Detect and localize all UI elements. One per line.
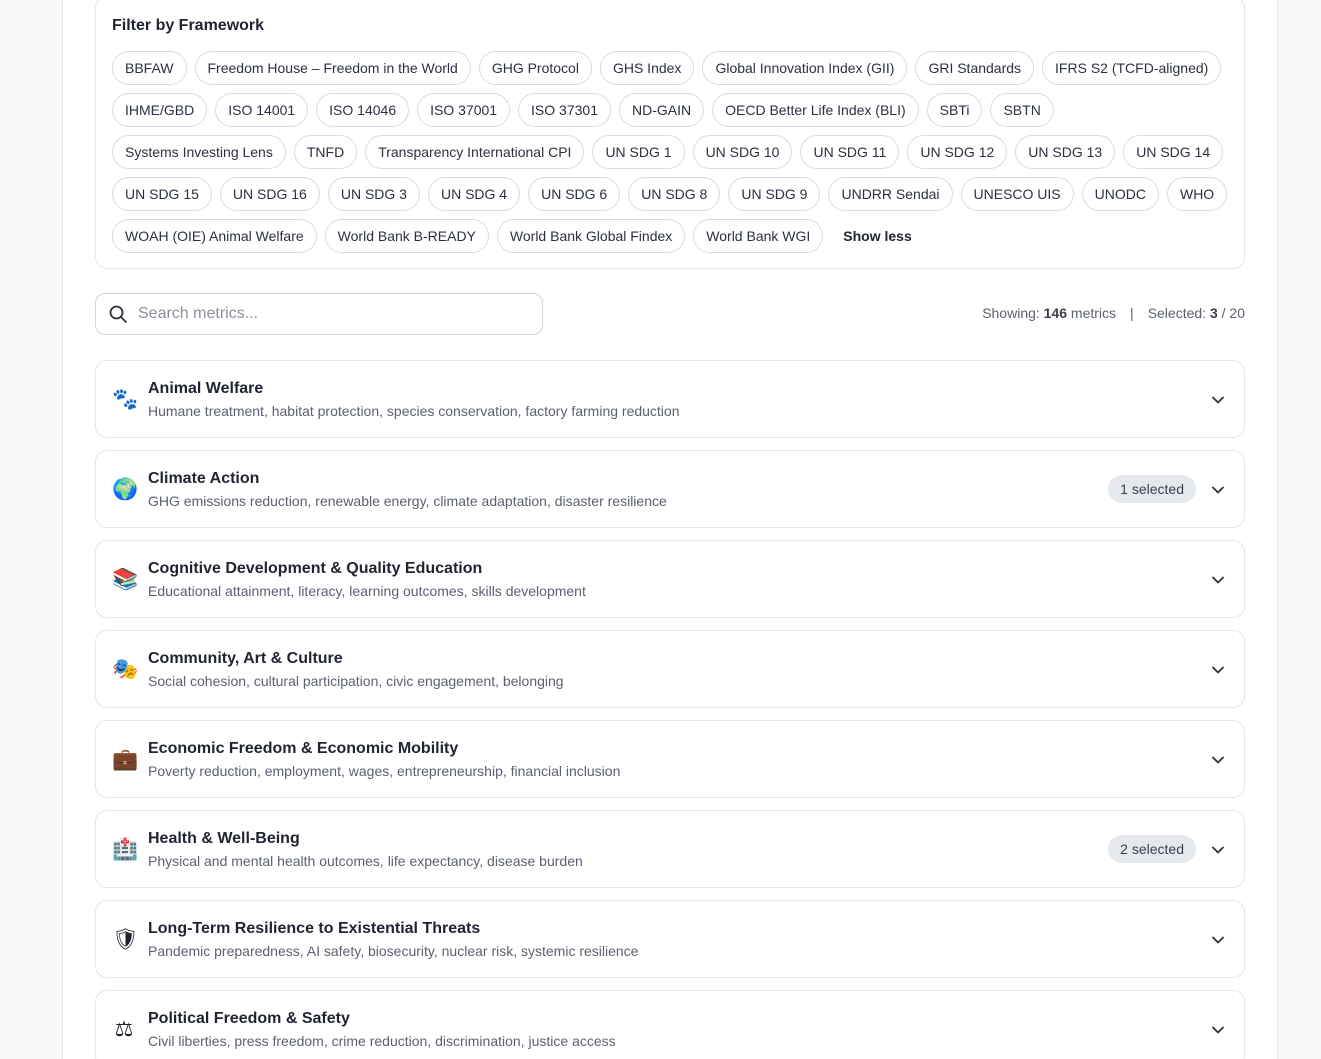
framework-chip[interactable]: UN SDG 8 bbox=[628, 177, 721, 211]
framework-chip[interactable]: UN SDG 3 bbox=[327, 177, 420, 211]
category-title: Cognitive Development & Quality Educatio… bbox=[148, 560, 483, 577]
briefcase-icon: 💼 bbox=[112, 747, 139, 771]
framework-chip[interactable]: WOAH (OIE) Animal Welfare bbox=[112, 219, 317, 253]
framework-chip[interactable]: GHS Index bbox=[599, 51, 695, 85]
framework-chip[interactable]: UN SDG 16 bbox=[219, 177, 320, 211]
framework-chip[interactable]: IHME/GBD bbox=[112, 93, 208, 127]
category-title: Climate Action bbox=[148, 470, 260, 487]
scales-icon: ⚖ bbox=[114, 1017, 134, 1041]
framework-chip[interactable]: ISO 37301 bbox=[518, 93, 611, 127]
framework-chip[interactable]: ND-GAIN bbox=[618, 93, 705, 127]
framework-chip[interactable]: UNODC bbox=[1081, 177, 1159, 211]
selected-count-badge: 2 selected bbox=[1108, 835, 1196, 863]
category-title: Economic Freedom & Economic Mobility bbox=[148, 740, 459, 757]
selected-count: 3 bbox=[1209, 305, 1218, 321]
books-icon: 📚 bbox=[112, 567, 139, 591]
framework-chip[interactable]: World Bank WGI bbox=[693, 219, 824, 253]
metrics-stats: Showing: 146 metrics | Selected: 3 / 20 bbox=[982, 305, 1245, 321]
category-card[interactable]: 🛡 Long-Term Resilience to Existential Thr… bbox=[95, 900, 1245, 978]
chevron-down-icon[interactable] bbox=[1210, 392, 1226, 408]
category-card[interactable]: 📚 Cognitive Development & Quality Educati… bbox=[95, 540, 1245, 618]
category-description: Poverty reduction, employment, wages, en… bbox=[148, 763, 621, 779]
category-description: Pandemic preparedness, AI safety, biosec… bbox=[148, 943, 639, 959]
framework-chip[interactable]: UN SDG 12 bbox=[907, 135, 1008, 169]
framework-chip[interactable]: Freedom House – Freedom in the World bbox=[194, 51, 471, 85]
framework-chip[interactable]: Global Innovation Index (GII) bbox=[702, 51, 908, 85]
category-description: Social cohesion, cultural participation,… bbox=[148, 673, 564, 689]
framework-chip[interactable]: UN SDG 13 bbox=[1015, 135, 1116, 169]
framework-chip[interactable]: World Bank B-READY bbox=[324, 219, 489, 253]
category-title: Community, Art & Culture bbox=[148, 650, 343, 667]
theater-masks-icon: 🎭 bbox=[112, 657, 139, 681]
framework-chip[interactable]: World Bank Global Findex bbox=[496, 219, 686, 253]
category-description: Humane treatment, habitat protection, sp… bbox=[148, 403, 680, 419]
chevron-down-icon[interactable] bbox=[1210, 932, 1226, 948]
category-card[interactable]: 💼 Economic Freedom & Economic Mobility Pov… bbox=[95, 720, 1245, 798]
category-title: Long-Term Resilience to Existential Thre… bbox=[148, 920, 481, 937]
framework-chip[interactable]: UN SDG 6 bbox=[528, 177, 621, 211]
selected-total: / 20 bbox=[1221, 305, 1245, 321]
framework-chip[interactable]: TNFD bbox=[293, 135, 358, 169]
search-icon bbox=[109, 305, 127, 323]
category-description: Educational attainment, literacy, learni… bbox=[148, 583, 586, 599]
framework-chip[interactable]: BBFAW bbox=[112, 51, 187, 85]
showing-label: Showing: bbox=[982, 305, 1040, 321]
framework-chip[interactable]: UN SDG 1 bbox=[592, 135, 685, 169]
category-description: GHG emissions reduction, renewable energ… bbox=[148, 493, 667, 509]
framework-chip[interactable]: SBTN bbox=[990, 93, 1054, 127]
framework-chip[interactable]: IFRS S2 (TCFD-aligned) bbox=[1042, 51, 1222, 85]
framework-chip[interactable]: SBTi bbox=[926, 93, 983, 127]
framework-chip[interactable]: GHG Protocol bbox=[478, 51, 592, 85]
category-title: Animal Welfare bbox=[148, 380, 264, 397]
category-card[interactable]: 🐾 Animal Welfare Humane treatment, habitat… bbox=[95, 360, 1245, 438]
framework-filter-card: Filter by Framework BBFAW Freedom House –… bbox=[95, 0, 1245, 269]
framework-chip-list: BBFAW Freedom House – Freedom in the Worl… bbox=[112, 51, 1232, 253]
category-title: Health & Well-Being bbox=[148, 830, 300, 847]
framework-chip[interactable]: UN SDG 4 bbox=[427, 177, 521, 211]
framework-chip[interactable]: ISO 37001 bbox=[417, 93, 511, 127]
category-description: Physical and mental health outcomes, lif… bbox=[148, 853, 583, 869]
category-card[interactable]: ⚖ Political Freedom & Safety Civil liberti… bbox=[95, 990, 1245, 1059]
selected-label: Selected: bbox=[1147, 305, 1207, 321]
chevron-down-icon[interactable] bbox=[1210, 1022, 1226, 1038]
framework-chip[interactable]: ISO 14046 bbox=[316, 93, 410, 127]
framework-chip[interactable]: Transparency International CPI bbox=[365, 135, 585, 169]
hospital-icon: 🏥 bbox=[112, 837, 139, 861]
selected-count-badge: 1 selected bbox=[1108, 475, 1196, 503]
category-description: Civil liberties, press freedom, crime re… bbox=[148, 1033, 616, 1049]
framework-chip[interactable]: GRI Standards bbox=[915, 51, 1035, 85]
framework-chip[interactable]: UN SDG 10 bbox=[692, 135, 793, 169]
showing-count: 146 bbox=[1043, 305, 1068, 321]
framework-chip[interactable]: UNDRR Sendai bbox=[828, 177, 953, 211]
framework-chip[interactable]: UN SDG 11 bbox=[800, 135, 900, 169]
framework-chip[interactable]: WHO bbox=[1166, 177, 1228, 211]
framework-chip[interactable]: UN SDG 14 bbox=[1123, 135, 1224, 169]
chevron-down-icon[interactable] bbox=[1210, 482, 1226, 498]
framework-chip[interactable]: UN SDG 15 bbox=[112, 177, 212, 211]
category-card[interactable]: 🌍 Climate Action GHG emissions reduction, … bbox=[95, 450, 1245, 528]
shield-icon: 🛡 bbox=[112, 927, 139, 951]
framework-chip[interactable]: Systems Investing Lens bbox=[112, 135, 286, 169]
framework-chip[interactable]: UNESCO UIS bbox=[960, 177, 1074, 211]
showing-unit: metrics bbox=[1070, 305, 1117, 321]
category-card[interactable]: 🏥 Health & Well-Being Physical and mental … bbox=[95, 810, 1245, 888]
framework-chip[interactable]: UN SDG 9 bbox=[728, 177, 821, 211]
category-title: Political Freedom & Safety bbox=[148, 1010, 350, 1027]
category-card[interactable]: 🎭 Community, Art & Culture Social cohesion… bbox=[95, 630, 1245, 708]
search-box[interactable] bbox=[95, 293, 543, 335]
filter-title: Filter by Framework bbox=[112, 17, 265, 34]
stats-separator: | bbox=[1130, 305, 1134, 321]
globe-icon: 🌍 bbox=[112, 477, 139, 501]
framework-chip[interactable]: OECD Better Life Index (BLI) bbox=[712, 93, 919, 127]
chevron-down-icon[interactable] bbox=[1210, 572, 1226, 588]
paw-prints-icon: 🐾 bbox=[112, 387, 139, 411]
framework-chip[interactable]: ISO 14001 bbox=[215, 93, 309, 127]
chevron-down-icon[interactable] bbox=[1210, 662, 1226, 678]
chevron-down-icon[interactable] bbox=[1210, 842, 1226, 858]
show-less-button[interactable]: Show less bbox=[831, 219, 923, 253]
search-input[interactable] bbox=[138, 305, 518, 323]
chevron-down-icon[interactable] bbox=[1210, 752, 1226, 768]
